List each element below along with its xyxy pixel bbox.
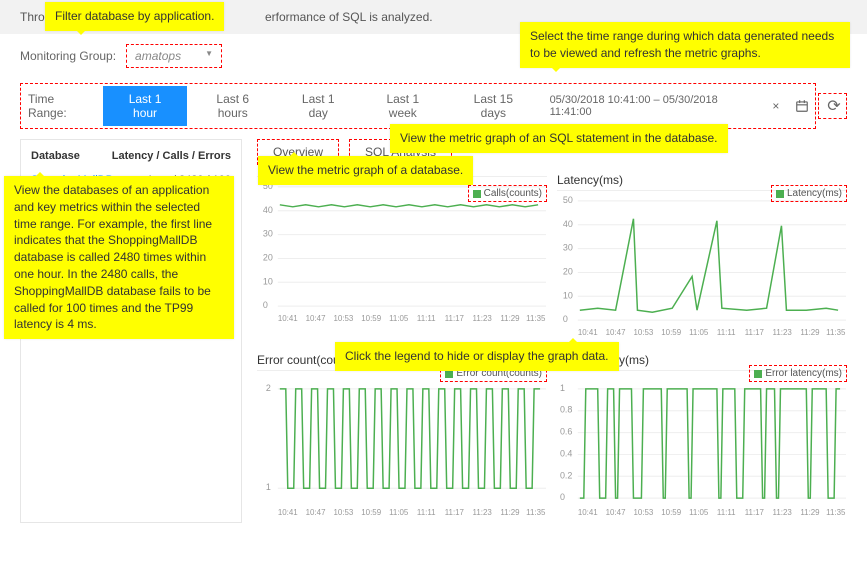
legend-square-icon [754,370,762,378]
time-range-label: Time Range: [23,92,93,120]
svg-text:40: 40 [563,219,573,229]
svg-text:10:41: 10:41 [578,508,598,517]
svg-text:11:29: 11:29 [500,508,520,517]
svg-text:30: 30 [563,243,573,253]
svg-text:11:17: 11:17 [445,314,465,323]
svg-text:10:59: 10:59 [661,508,681,517]
svg-text:11:05: 11:05 [689,328,709,337]
legend-latency[interactable]: Latency(ms) [771,185,847,202]
db-col-database: Database [31,150,80,162]
svg-text:10:53: 10:53 [633,328,653,337]
calendar-icon[interactable] [790,94,813,118]
description-prefix: Thro [20,10,45,24]
svg-text:11:35: 11:35 [526,314,546,323]
svg-text:50: 50 [563,195,573,205]
svg-text:11:17: 11:17 [445,508,465,517]
close-icon[interactable]: × [765,94,788,118]
svg-text:30: 30 [263,229,273,239]
svg-text:1: 1 [560,383,565,393]
svg-text:10:59: 10:59 [361,508,381,517]
svg-text:20: 20 [263,252,273,262]
description-suffix: erformance of SQL is analyzed. [265,10,433,24]
legend-calls-label: Calls(counts) [484,188,542,199]
monitoring-group-label: Monitoring Group: [20,49,116,63]
legend-error-latency[interactable]: Error latency(ms) [749,365,847,382]
time-btn-6h[interactable]: Last 6 hours [187,86,278,126]
time-btn-15d[interactable]: Last 15 days [447,86,539,126]
svg-text:11:23: 11:23 [473,508,493,517]
annotation-filter-app: Filter database by application. [45,2,224,31]
svg-text:0: 0 [263,300,268,310]
legend-latency-label: Latency(ms) [787,188,842,199]
svg-text:0: 0 [560,492,565,502]
annotation-sql-view: View the metric graph of an SQL statemen… [390,124,728,153]
svg-text:10:47: 10:47 [606,328,626,337]
svg-text:11:17: 11:17 [745,328,765,337]
svg-text:10:47: 10:47 [306,314,326,323]
legend-error-latency-label: Error latency(ms) [765,368,842,379]
svg-text:11:23: 11:23 [773,328,793,337]
legend-square-icon [473,190,481,198]
svg-text:11:11: 11:11 [417,314,436,323]
svg-text:10:41: 10:41 [278,314,298,323]
svg-text:10:53: 10:53 [333,508,353,517]
svg-text:11:29: 11:29 [800,328,820,337]
chart-latency: Latency(ms) Latency(ms) 50403020100 10:4… [557,173,847,343]
legend-calls[interactable]: Calls(counts) [468,185,547,202]
svg-text:11:05: 11:05 [389,508,409,517]
svg-text:1: 1 [266,482,271,492]
svg-text:11:35: 11:35 [526,508,546,517]
svg-text:10:47: 10:47 [306,508,326,517]
svg-text:11:35: 11:35 [826,508,846,517]
svg-text:10:53: 10:53 [333,314,353,323]
svg-text:11:23: 11:23 [773,508,793,517]
svg-text:0.8: 0.8 [560,405,572,415]
svg-text:11:23: 11:23 [473,314,493,323]
chart-error-count: Error count(counts) Error count(counts) … [257,353,547,523]
svg-text:10:41: 10:41 [278,508,298,517]
monitoring-group-dropdown[interactable]: amatops [126,44,222,68]
svg-text:2: 2 [266,383,271,393]
svg-text:0.6: 0.6 [560,427,572,437]
svg-text:11:11: 11:11 [717,508,736,517]
svg-text:11:11: 11:11 [417,508,436,517]
db-col-metrics: Latency / Calls / Errors [112,150,231,162]
svg-text:10: 10 [263,276,273,286]
time-btn-1w[interactable]: Last 1 week [358,86,447,126]
svg-text:11:05: 11:05 [389,314,409,323]
svg-text:0.4: 0.4 [560,448,572,458]
svg-text:20: 20 [563,266,573,276]
annotation-db-list: View the databases of an application and… [4,176,234,339]
svg-text:11:29: 11:29 [800,508,820,517]
date-range-text: 05/30/2018 10:41:00 – 05/30/2018 11:41:0… [540,88,762,124]
time-btn-1d[interactable]: Last 1 day [278,86,358,126]
svg-text:10:59: 10:59 [661,328,681,337]
svg-text:11:05: 11:05 [689,508,709,517]
chart-error-latency: Error latency(ms) Error latency(ms) 10.8… [557,353,847,523]
svg-text:40: 40 [263,205,273,215]
chart-calls: Calls(counts) 50403020100 10:4110:4710:5… [257,173,547,343]
annotation-db-view: View the metric graph of a database. [258,156,473,185]
svg-text:10: 10 [563,290,573,300]
svg-text:0.2: 0.2 [560,470,572,480]
svg-text:10:53: 10:53 [633,508,653,517]
time-btn-1h[interactable]: Last 1 hour [103,86,188,126]
svg-text:0: 0 [563,314,568,324]
svg-text:10:47: 10:47 [606,508,626,517]
annotation-legend-click: Click the legend to hide or display the … [335,342,619,371]
svg-text:11:35: 11:35 [826,328,846,337]
svg-text:11:29: 11:29 [500,314,520,323]
svg-text:11:17: 11:17 [745,508,765,517]
refresh-icon[interactable]: ⟳ [822,94,846,118]
svg-text:10:59: 10:59 [361,314,381,323]
legend-square-icon [776,190,784,198]
svg-text:11:11: 11:11 [717,328,736,337]
annotation-time-range: Select the time range during which data … [520,22,850,68]
svg-text:10:41: 10:41 [578,328,598,337]
